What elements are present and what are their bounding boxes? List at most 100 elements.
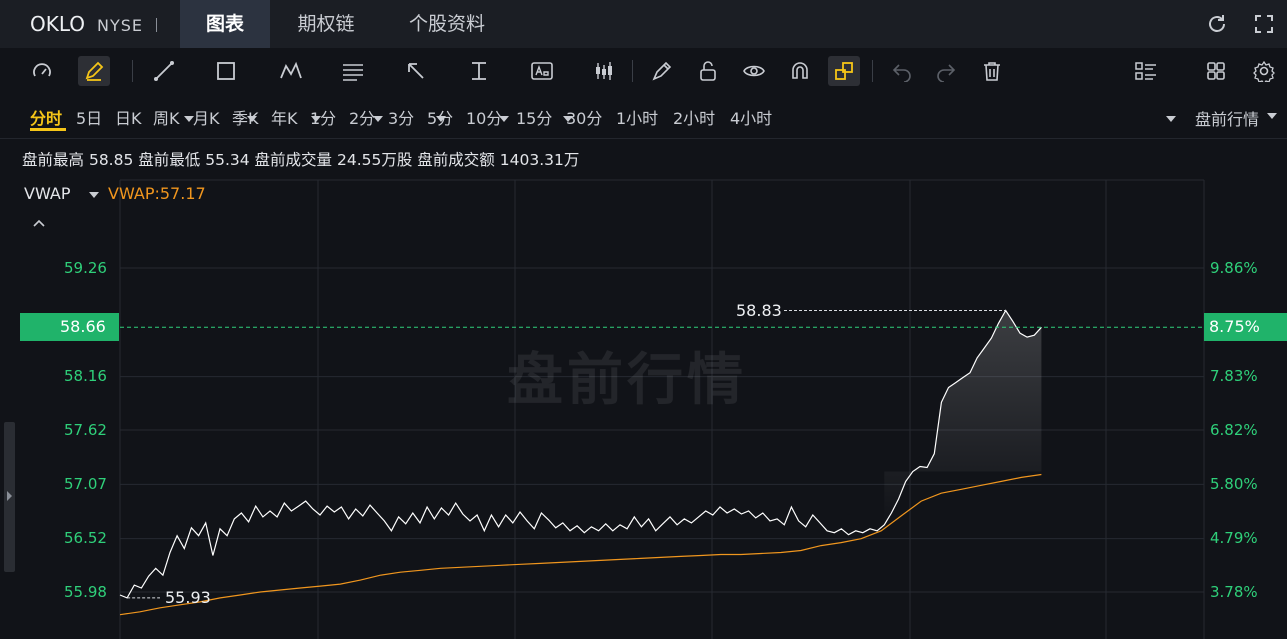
redo-icon (937, 64, 956, 82)
y-tick-left: 59.26 (64, 259, 107, 277)
settings-button[interactable] (1248, 56, 1280, 86)
unlock-icon (700, 61, 716, 81)
period-1m[interactable]: 1分 (310, 105, 336, 129)
lock-tool[interactable] (692, 56, 724, 86)
grid-icon (1207, 62, 1225, 80)
toolbar-divider (632, 60, 633, 82)
period-monthly[interactable]: 月K (193, 105, 220, 129)
top-bar: OKLO NYSE 图表 期权链 个股资料 (0, 0, 1287, 48)
current-price-badge: 58.66 (20, 313, 119, 341)
eye-icon (743, 65, 765, 77)
rectangle-icon (217, 62, 235, 80)
fullscreen-icon[interactable] (1252, 12, 1276, 36)
period-selector: 分时 5日 日K 周K 月K 季K 年K 1分 2分 3分 5分 10分 15分… (0, 95, 1287, 139)
redo-button[interactable] (930, 56, 962, 86)
period-4h[interactable]: 4小时 (730, 105, 772, 129)
premarket-stats: 盘前最高 58.85 盘前最低 55.34 盘前成交量 24.55万股 盘前成交… (22, 148, 579, 170)
pct-tick-right: 7.83% (1210, 367, 1258, 385)
list-grid-icon (1135, 62, 1156, 80)
vwap-line (119, 473, 1042, 616)
measure-icon (472, 62, 486, 80)
tab-profile[interactable]: 个股资料 (390, 0, 504, 48)
delete-button[interactable] (976, 56, 1008, 86)
trash-icon (984, 62, 1000, 81)
vwap-value: VWAP:57.17 (108, 184, 206, 203)
stat-turnover: 1403.31万 (499, 151, 580, 169)
session-mode-dropdown[interactable]: 盘前行情 (1195, 106, 1259, 130)
magnet-icon (792, 62, 808, 79)
fib-tool[interactable] (337, 56, 369, 86)
tab-options-chain[interactable]: 期权链 (278, 0, 374, 48)
chevron-up-icon[interactable] (32, 218, 46, 228)
y-tick-left: 56.52 (64, 529, 107, 547)
undo-button[interactable] (886, 56, 918, 86)
chart-watermark: 盘前行情 (507, 348, 747, 413)
period-10m[interactable]: 10分 (466, 105, 502, 129)
link-tool[interactable] (828, 56, 860, 86)
magnet-tool[interactable] (784, 56, 816, 86)
current-pct-badge: 8.75% (1204, 313, 1287, 341)
layout-list-tool[interactable] (1130, 56, 1162, 86)
period-yearly[interactable]: 年K (271, 105, 298, 129)
stat-low: 55.34 (205, 151, 250, 169)
chevron-down-icon (1267, 113, 1277, 119)
pct-tick-right: 4.79% (1210, 529, 1258, 547)
arrow-icon (408, 63, 424, 79)
measure-tool[interactable] (463, 56, 495, 86)
candle-tool[interactable] (588, 56, 620, 86)
y-tick-left: 58.16 (64, 367, 107, 385)
period-1h[interactable]: 1小时 (616, 105, 658, 129)
min-price-annotation: 55.93 (165, 588, 211, 607)
active-period-indicator (30, 128, 66, 131)
stat-volume-label: 盘前成交量 (254, 151, 333, 169)
stat-volume: 24.55万股 (336, 151, 413, 169)
draw-toggle[interactable] (78, 56, 110, 86)
pattern-tool[interactable] (275, 56, 307, 86)
stat-high-label: 盘前最高 (22, 151, 85, 169)
drawing-toolbar (0, 48, 1287, 122)
price-area-fill (884, 310, 1042, 525)
layout-grid-tool[interactable] (1200, 56, 1232, 86)
arrow-tool[interactable] (400, 56, 432, 86)
pct-tick-right: 3.78% (1210, 583, 1258, 601)
gauge-tool[interactable] (26, 56, 58, 86)
y-tick-left: 57.07 (64, 475, 107, 493)
pct-tick-right: 5.80% (1210, 475, 1258, 493)
pct-tick-right: 6.82% (1210, 421, 1258, 439)
period-5m[interactable]: 5分 (427, 105, 453, 129)
gear-icon (1253, 60, 1275, 82)
trend-line-tool[interactable] (148, 56, 180, 86)
chevron-down-icon[interactable] (89, 192, 99, 198)
fib-lines-icon (343, 64, 363, 81)
price-area-fill-path (884, 310, 1042, 525)
period-daily[interactable]: 日K (115, 105, 142, 129)
period-30m[interactable]: 30分 (566, 105, 602, 129)
indicator-selector[interactable]: VWAP (24, 184, 70, 203)
line-icon (154, 61, 174, 81)
header-separator (156, 18, 157, 32)
period-quarterly[interactable]: 季K (232, 105, 259, 129)
link-squares-icon (835, 62, 853, 80)
period-3m[interactable]: 3分 (388, 105, 414, 129)
brush-icon (652, 61, 672, 81)
text-tool[interactable] (526, 56, 558, 86)
period-weekly[interactable]: 周K (153, 105, 180, 129)
chevron-right-icon[interactable] (7, 491, 12, 501)
period-15m[interactable]: 15分 (516, 105, 552, 129)
pencil-icon (85, 61, 104, 81)
visibility-tool[interactable] (738, 56, 770, 86)
brush-tool[interactable] (646, 56, 678, 86)
toolbar-divider (132, 60, 133, 82)
period-2m[interactable]: 2分 (349, 105, 375, 129)
stat-low-label: 盘前最低 (138, 151, 201, 169)
rectangle-tool[interactable] (210, 56, 242, 86)
y-tick-left: 55.98 (64, 583, 107, 601)
period-intraday[interactable]: 分时 (30, 105, 62, 129)
stat-turnover-label: 盘前成交额 (417, 151, 495, 169)
candlestick-icon (596, 62, 612, 80)
period-5d[interactable]: 5日 (76, 105, 102, 129)
refresh-icon[interactable] (1205, 12, 1229, 36)
undo-icon (892, 64, 911, 82)
tab-chart[interactable]: 图表 (180, 0, 270, 48)
period-2h[interactable]: 2小时 (673, 105, 715, 129)
